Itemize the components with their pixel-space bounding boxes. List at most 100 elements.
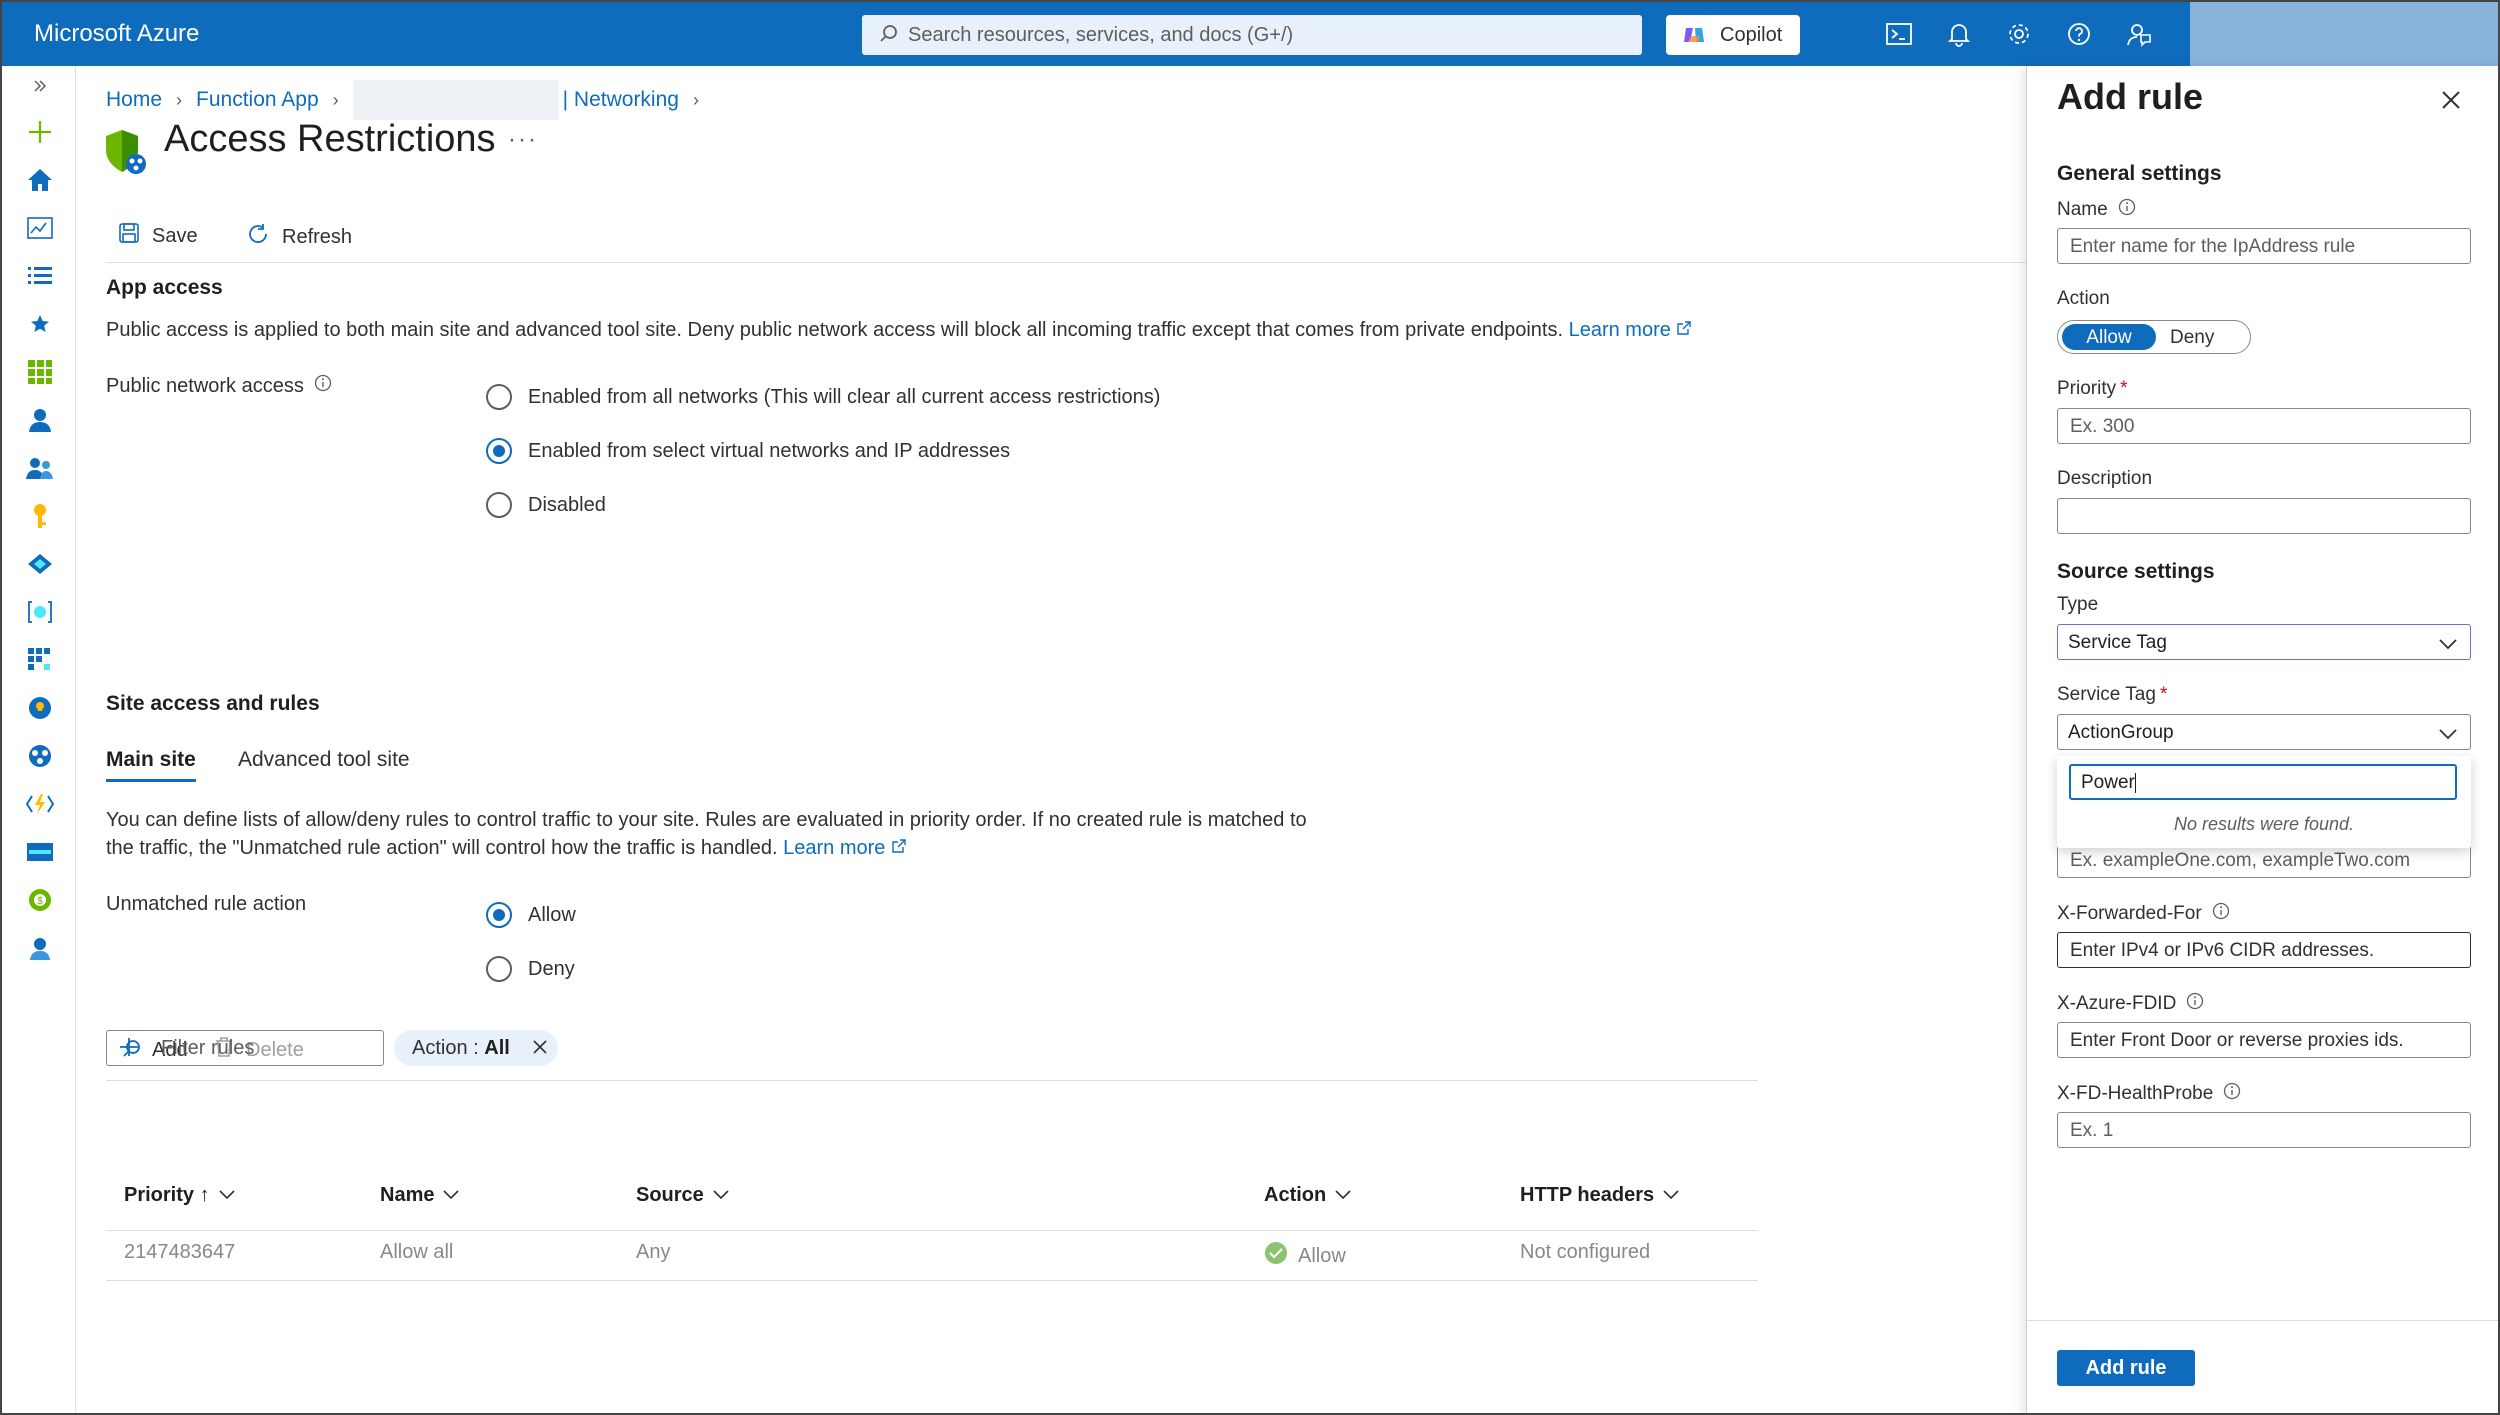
panel-title: Add rule — [2057, 76, 2204, 117]
x-azure-fdid-input[interactable]: Enter Front Door or reverse proxies ids. — [2057, 1022, 2471, 1058]
search-icon — [878, 23, 900, 51]
app-services-icon[interactable] — [24, 644, 56, 676]
external-link-icon[interactable] — [891, 837, 907, 859]
breadcrumb-home[interactable]: Home — [106, 88, 162, 112]
key-icon[interactable] — [24, 500, 56, 532]
radio-circle-selected[interactable] — [486, 438, 512, 464]
bell-icon[interactable] — [1944, 19, 1974, 49]
search-icon — [121, 1038, 143, 1066]
divider — [106, 1230, 1758, 1231]
column-header-action[interactable]: Action — [1264, 1184, 1352, 1207]
breadcrumb-networking[interactable]: | Networking — [563, 88, 679, 112]
tab-main-site[interactable]: Main site — [106, 748, 196, 782]
brand-title[interactable]: Microsoft Azure — [34, 20, 199, 48]
column-header-source[interactable]: Source — [636, 1184, 730, 1207]
info-icon[interactable] — [2223, 1082, 2241, 1106]
gear-icon[interactable] — [2004, 19, 2034, 49]
app-window: Microsoft Azure Search resources, servic… — [0, 0, 2500, 1415]
info-icon[interactable] — [2212, 902, 2230, 926]
create-resource-icon[interactable] — [24, 116, 56, 148]
help-icon[interactable] — [2064, 19, 2094, 49]
network-globe-icon[interactable] — [24, 740, 56, 772]
cost-management-icon[interactable]: $ — [24, 884, 56, 916]
service-tag-search-input[interactable]: Power — [2069, 764, 2457, 800]
name-input[interactable]: Enter name for the IpAddress rule — [2057, 228, 2471, 264]
radio-circle[interactable] — [486, 492, 512, 518]
description-input[interactable] — [2057, 498, 2471, 534]
account-area[interactable] — [2190, 2, 2498, 66]
learn-more-link[interactable]: Learn more — [1569, 319, 1671, 341]
copilot-button[interactable]: Copilot — [1666, 15, 1800, 55]
global-search-input[interactable]: Search resources, services, and docs (G+… — [862, 15, 1642, 55]
resource-group-icon[interactable] — [24, 596, 56, 628]
close-icon[interactable] — [2439, 88, 2463, 117]
radio-circle[interactable] — [486, 956, 512, 982]
radio-all-networks[interactable]: Enabled from all networks (This will cle… — [486, 384, 1160, 410]
learn-more-link[interactable]: Learn more — [783, 837, 885, 859]
column-header-name[interactable]: Name — [380, 1184, 460, 1207]
refresh-button[interactable]: Refresh — [246, 222, 352, 252]
radio-unmatched-allow[interactable]: Allow — [486, 902, 576, 928]
radio-circle[interactable] — [486, 384, 512, 410]
action-deny-option[interactable]: Deny — [2170, 327, 2214, 349]
pill-prefix: Action : — [412, 1037, 485, 1059]
radio-unmatched-deny[interactable]: Deny — [486, 956, 575, 982]
expand-menu-icon[interactable] — [24, 70, 56, 102]
column-header-http-headers[interactable]: HTTP headers — [1520, 1184, 1680, 1207]
info-icon[interactable] — [314, 372, 332, 400]
support-person-icon[interactable] — [24, 932, 56, 964]
column-label: Priority ↑ — [124, 1184, 210, 1206]
service-tag-label-text: Service Tag — [2057, 684, 2156, 705]
service-tag-select[interactable]: ActionGroup — [2057, 714, 2471, 750]
info-icon[interactable] — [2186, 992, 2204, 1016]
close-icon[interactable] — [530, 1036, 550, 1064]
all-resources-grid-icon[interactable] — [24, 356, 56, 388]
function-app-icon[interactable] — [24, 788, 56, 820]
users-group-icon[interactable] — [24, 452, 56, 484]
top-bar: Microsoft Azure Search resources, servic… — [2, 2, 2498, 66]
column-label: HTTP headers — [1520, 1184, 1655, 1206]
add-rule-submit-button[interactable]: Add rule — [2057, 1350, 2195, 1386]
refresh-label: Refresh — [282, 225, 353, 248]
action-toggle[interactable]: Allow Deny — [2057, 320, 2251, 354]
main-content: Home › Function App › | Networking › Access R… — [76, 66, 2026, 1413]
column-header-priority[interactable]: Priority ↑ — [124, 1184, 236, 1207]
x-forwarded-for-input[interactable]: Enter IPv4 or IPv6 CIDR addresses. — [2057, 932, 2471, 968]
chevron-down-icon — [1662, 1184, 1680, 1207]
more-options-button[interactable]: ··· — [508, 126, 538, 154]
info-icon[interactable] — [2118, 198, 2136, 222]
divider — [106, 1280, 1758, 1281]
radio-circle-selected[interactable] — [486, 902, 512, 928]
x-fd-healthprobe-input[interactable]: Ex. 1 — [2057, 1112, 2471, 1148]
priority-input[interactable]: Ex. 300 — [2057, 408, 2471, 444]
user-icon[interactable] — [24, 404, 56, 436]
home-icon[interactable] — [24, 164, 56, 196]
text-caret — [2134, 772, 2136, 793]
advisor-lightbulb-icon[interactable] — [24, 692, 56, 724]
page-title: Access Restrictions — [164, 118, 496, 160]
action-allow-option[interactable]: Allow — [2062, 324, 2156, 350]
storage-icon[interactable] — [24, 836, 56, 868]
devops-icon[interactable] — [24, 548, 56, 580]
breadcrumb-function-app[interactable]: Function App — [196, 88, 319, 112]
radio-label: Deny — [528, 957, 575, 980]
favorites-star-icon[interactable] — [24, 308, 56, 340]
xff-label-text: X-Forwarded-For — [2057, 903, 2202, 924]
cloud-shell-icon[interactable] — [1884, 19, 1914, 49]
tab-advanced-tool-site[interactable]: Advanced tool site — [238, 748, 410, 772]
save-button[interactable]: Save — [118, 222, 198, 250]
redacted-app-name[interactable] — [352, 80, 559, 120]
general-settings-heading: General settings — [2057, 162, 2222, 185]
feedback-icon[interactable] — [2124, 19, 2154, 49]
radio-disabled[interactable]: Disabled — [486, 492, 606, 518]
all-services-icon[interactable] — [24, 260, 56, 292]
no-results-message: No results were found. — [2173, 814, 2355, 834]
dashboard-icon[interactable] — [24, 212, 56, 244]
filter-rules-input[interactable]: Filter rules — [106, 1030, 384, 1066]
external-link-icon[interactable] — [1676, 319, 1692, 341]
type-select[interactable]: Service Tag — [2057, 624, 2471, 660]
action-filter-pill[interactable]: Action : All — [394, 1030, 558, 1066]
filter-placeholder: Filter rules — [161, 1037, 255, 1059]
type-value: Service Tag — [2068, 632, 2167, 653]
radio-select-networks[interactable]: Enabled from select virtual networks and… — [486, 438, 1010, 464]
